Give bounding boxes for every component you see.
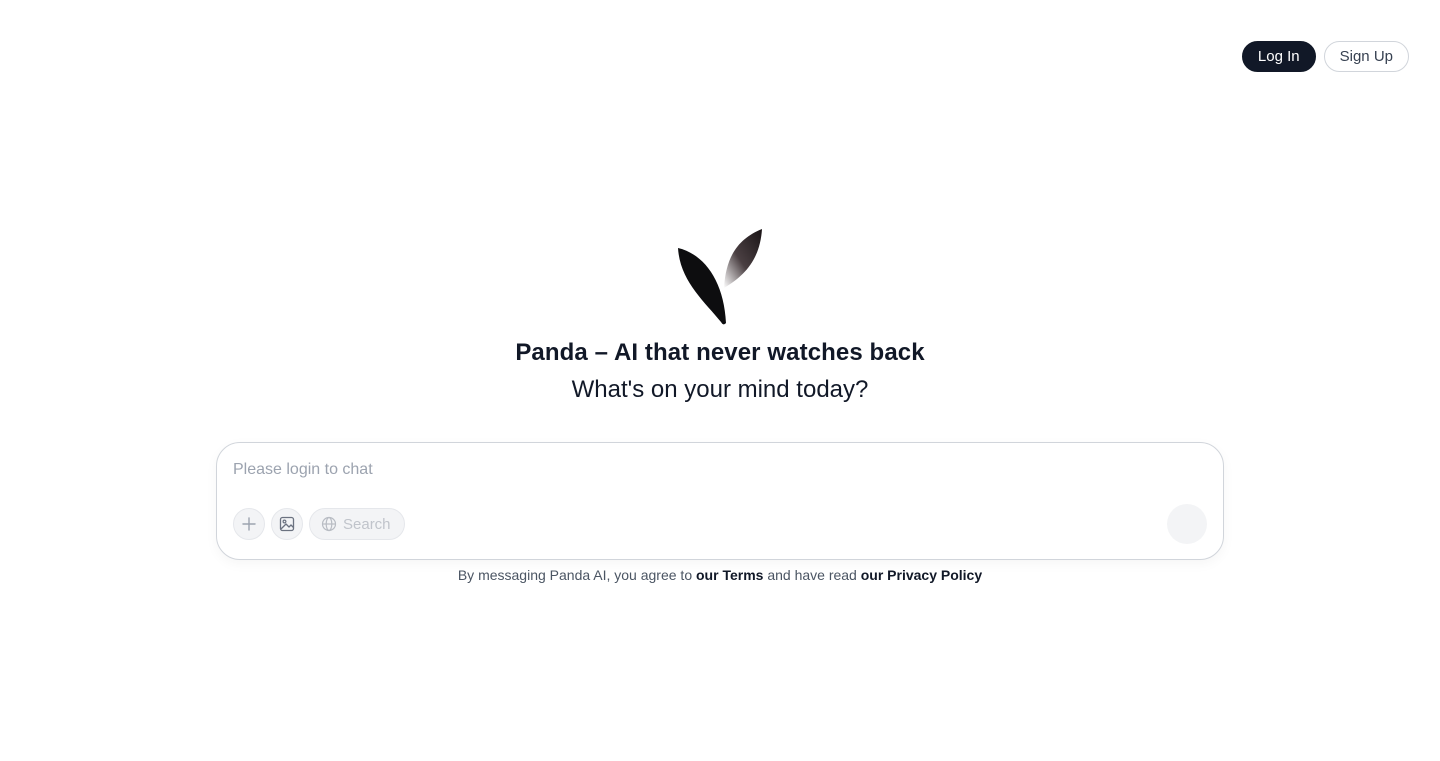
legal-middle: and have read: [763, 567, 861, 583]
leaf-logo-icon: [678, 229, 762, 325]
page-title: Panda – AI that never watches back: [515, 339, 925, 366]
plus-icon: [242, 517, 256, 531]
image-upload-button[interactable]: [271, 508, 303, 540]
attach-button[interactable]: [233, 508, 265, 540]
auth-buttons: Log In Sign Up: [1241, 41, 1409, 72]
legal-notice: By messaging Panda AI, you agree to our …: [0, 567, 1440, 583]
search-toggle-label: Search: [343, 515, 391, 533]
page-subtitle: What's on your mind today?: [571, 376, 869, 403]
send-button[interactable]: [1167, 504, 1207, 544]
page: Log In Sign Up Panda – AI that never wat…: [0, 0, 1440, 761]
privacy-policy-link[interactable]: our Privacy Policy: [861, 567, 982, 583]
composer-tools: Search: [233, 508, 405, 540]
chat-composer: Search: [216, 442, 1224, 560]
globe-icon: [321, 516, 337, 532]
search-toggle-button[interactable]: Search: [309, 508, 405, 540]
image-icon: [279, 516, 295, 532]
legal-prefix: By messaging Panda AI, you agree to: [457, 567, 696, 583]
chat-input[interactable]: [233, 461, 1133, 479]
terms-link[interactable]: our Terms: [696, 567, 763, 583]
signup-button[interactable]: Sign Up: [1323, 41, 1409, 72]
login-button[interactable]: Log In: [1241, 41, 1316, 72]
